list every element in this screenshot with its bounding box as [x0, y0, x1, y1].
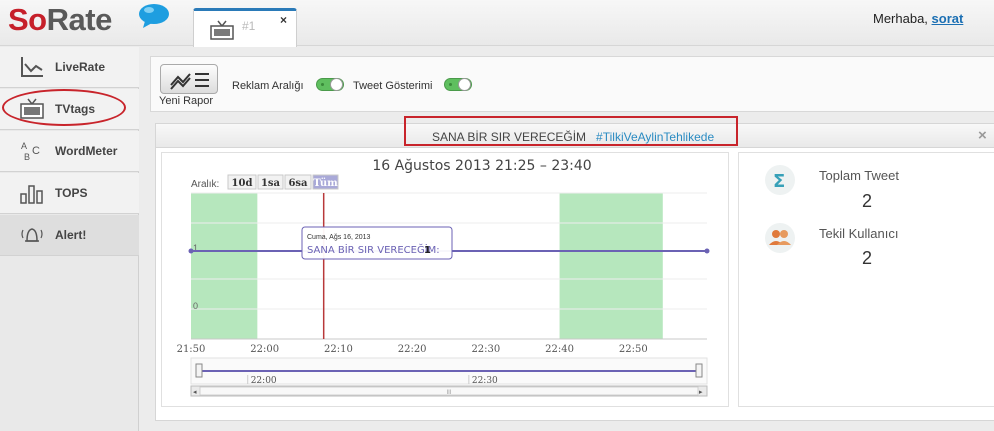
highlight-box — [404, 116, 738, 146]
tooltip-value: 1 — [424, 245, 431, 256]
scroll-left-arrow-icon[interactable]: ◂ — [193, 388, 197, 396]
sorate-logo[interactable]: SoRate — [8, 2, 112, 38]
navigator-handle[interactable] — [695, 363, 703, 378]
x-tick-label: 22:00 — [250, 344, 279, 355]
tab-close-icon[interactable]: × — [280, 13, 287, 27]
highlight-ellipse — [2, 89, 126, 126]
navigator-tick-label: 22:00 — [251, 376, 277, 386]
sidebar-item-liverate[interactable]: LiveRate — [0, 47, 139, 88]
x-tick-label: 22:40 — [545, 344, 574, 355]
tooltip-date: Cuma, Ağs 16, 2013 — [307, 234, 371, 241]
total-tweet-label: Toplam Tweet — [819, 168, 899, 183]
sidebar-item-alert[interactable]: Alert! — [0, 215, 139, 256]
ad-range-label: Reklam Aralığı — [232, 80, 304, 92]
scrollbar-grip: III — [446, 390, 451, 396]
x-tick-label: 22:50 — [619, 344, 648, 355]
speech-bubble-logo-icon — [139, 4, 169, 28]
total-tweet-value: 2 — [862, 191, 873, 211]
abc-icon: A B C — [21, 141, 40, 162]
users-icon — [765, 223, 795, 253]
sidebar-item-label: LiveRate — [55, 60, 106, 74]
sigma-icon: Σ — [765, 165, 795, 195]
series-point — [704, 248, 710, 254]
tweet-chart: 16 Ağustos 2013 21:25 – 23:40 Aralık: 10d 1… — [177, 158, 710, 397]
tab-1[interactable]: #1 × — [193, 8, 297, 47]
ad-band — [191, 193, 258, 339]
user-link[interactable]: sorat — [932, 11, 964, 26]
navigator-tick-label: 22:30 — [472, 376, 498, 386]
report-chart-icon — [170, 73, 209, 90]
svg-text:Σ: Σ — [773, 171, 785, 192]
header: SoRate #1 × Merhaba, sorat — [0, 0, 994, 47]
y-tick-label: 0 — [193, 301, 198, 311]
sidebar-item-label: WordMeter — [55, 144, 118, 158]
chart-container: 16 Ağustos 2013 21:25 – 23:40 Aralık: 10d 1… — [161, 152, 729, 407]
new-report-label: Yeni Rapor — [159, 95, 214, 107]
x-tick-label: 21:50 — [177, 344, 206, 355]
tweet-display-toggle[interactable] — [444, 78, 472, 91]
unique-user-value: 2 — [862, 248, 873, 268]
panel-close-icon[interactable]: × — [978, 127, 987, 144]
sidebar-item-label: Alert! — [55, 228, 87, 242]
stats-panel: Σ Toplam Tweet 2 Tekil Kullanıcı 2 — [738, 152, 994, 407]
range-button-label[interactable]: Tüm — [313, 178, 338, 189]
bell-icon — [21, 228, 43, 242]
ad-range-toggle[interactable] — [316, 78, 344, 91]
new-report-button[interactable] — [160, 64, 218, 94]
tooltip-series: SANA BİR SIR VERECEĞİM: — [307, 243, 440, 256]
range-button-label[interactable]: 6sa — [288, 178, 308, 189]
line-chart-icon — [21, 57, 43, 77]
x-tick-label: 22:20 — [398, 344, 427, 355]
tv-icon — [210, 20, 234, 40]
tweet-display-label: Tweet Gösterimi — [353, 80, 433, 92]
range-button-label[interactable]: 1sa — [261, 178, 281, 189]
toolbar: Yeni Rapor Reklam Aralığı Tweet Gösterim… — [150, 56, 994, 112]
bar-chart-icon — [20, 185, 43, 204]
ad-band — [559, 193, 663, 339]
range-label: Aralık: — [191, 179, 219, 190]
svg-text:A: A — [21, 141, 27, 151]
scroll-right-arrow-icon[interactable]: ▸ — [699, 388, 703, 396]
chart-title: 16 Ağustos 2013 21:25 – 23:40 — [372, 158, 591, 174]
x-tick-label: 22:30 — [471, 344, 500, 355]
tab-label: #1 — [242, 19, 256, 33]
svg-text:C: C — [32, 145, 40, 157]
sidebar-item-label: TOPS — [55, 186, 88, 200]
x-tick-label: 22:10 — [324, 344, 353, 355]
range-button-label[interactable]: 10d — [232, 178, 253, 189]
sidebar-item-wordmeter[interactable]: A B C WordMeter — [0, 131, 139, 172]
svg-text:B: B — [24, 152, 30, 162]
series-point — [188, 248, 194, 254]
sidebar-item-tops[interactable]: TOPS — [0, 173, 139, 214]
unique-user-label: Tekil Kullanıcı — [819, 226, 899, 241]
greeting: Merhaba, sorat — [873, 11, 964, 26]
navigator-handle[interactable] — [195, 363, 203, 378]
